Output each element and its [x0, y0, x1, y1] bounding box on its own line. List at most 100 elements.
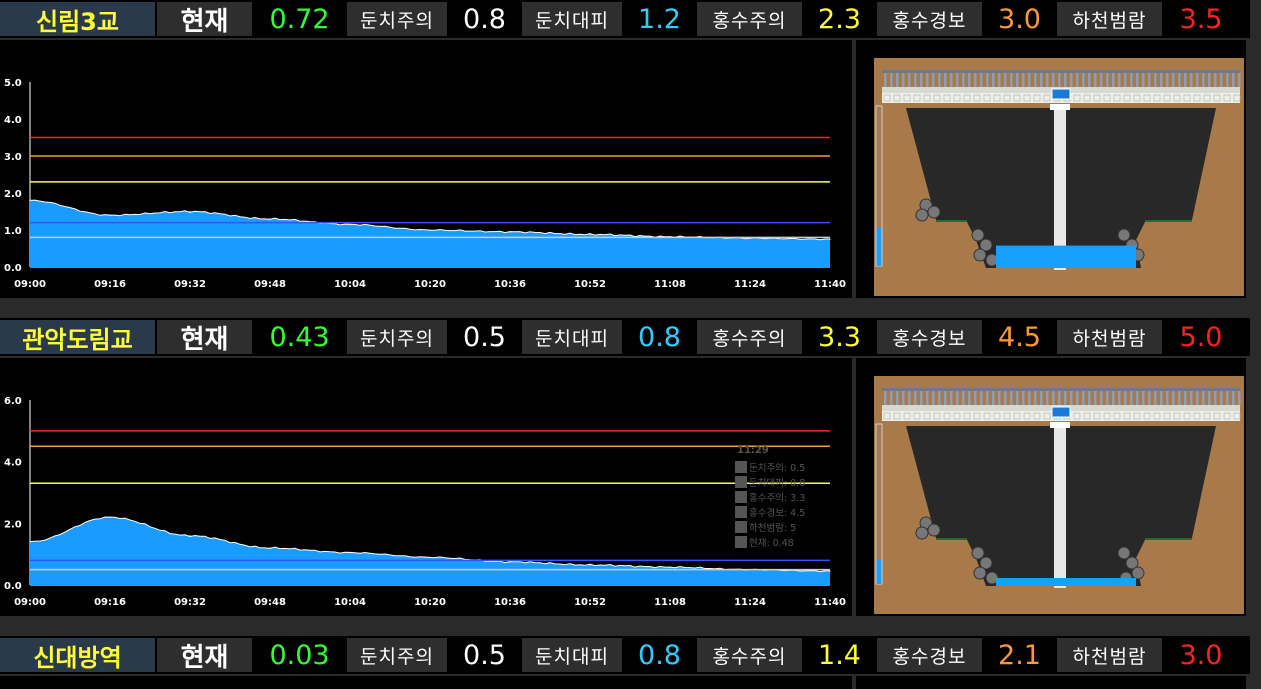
railing-post [1034, 73, 1037, 87]
level-value-0: 0.5 [447, 320, 522, 354]
x-tick-label: 09:48 [254, 279, 286, 290]
railing-post [980, 391, 983, 405]
railing-post [1028, 73, 1031, 87]
level-value-4: 5.0 [1162, 320, 1240, 354]
rock [927, 523, 941, 537]
railing-post [920, 73, 923, 87]
railing-post [1184, 73, 1187, 87]
railing-post [932, 391, 935, 405]
x-tick-label: 09:32 [174, 279, 206, 290]
data-point [429, 556, 431, 559]
y-tick-label: 4.0 [4, 458, 22, 469]
water-level-area [30, 200, 830, 267]
railing-post [1088, 73, 1091, 87]
railing-post [1166, 73, 1169, 87]
level-value-2: 2.3 [802, 2, 877, 36]
railing-post [1106, 73, 1109, 87]
data-point [189, 534, 191, 537]
grass-left [936, 220, 966, 222]
railing-post [890, 391, 893, 405]
railing-post [1208, 73, 1211, 87]
railing-post [962, 73, 965, 87]
level-label-1: 둔치대피 [522, 320, 622, 354]
railing-post [1022, 391, 1025, 405]
railing-post [944, 391, 947, 405]
railing-post [1178, 391, 1181, 405]
station-header: 관악도림교 현재 0.43 둔치주의 0.5 둔치대피 0.8 홍수주의 3.3… [0, 318, 1250, 356]
sensor-icon [1051, 406, 1071, 418]
railing-post [1142, 391, 1145, 405]
railing-post [1100, 73, 1103, 87]
x-tick-label: 10:20 [414, 279, 446, 290]
railing-post [1010, 73, 1013, 87]
railing-post [1070, 391, 1073, 405]
railing-post [926, 73, 929, 87]
y-tick-label: 4.0 [4, 115, 22, 126]
level-label-3: 홍수경보 [877, 320, 982, 354]
railing-post [1004, 391, 1007, 405]
tooltip-swatch [735, 491, 747, 503]
rock [915, 208, 929, 222]
pillar-cap [1050, 104, 1070, 110]
river-water [996, 245, 1136, 268]
railing-post [914, 73, 917, 87]
level-label-2: 홍수주의 [697, 320, 802, 354]
railing-post [1226, 391, 1229, 405]
railing-post [932, 73, 935, 87]
railing-post [914, 391, 917, 405]
level-label-3: 홍수경보 [877, 2, 982, 36]
railing-post [1172, 73, 1175, 87]
railing-post [1214, 73, 1217, 87]
x-tick-label: 10:36 [494, 597, 526, 608]
railing-post [1010, 391, 1013, 405]
rock [1117, 228, 1131, 242]
rock [971, 228, 985, 242]
railing-post [938, 391, 941, 405]
railing-post [1058, 391, 1061, 405]
railing-post [1142, 73, 1145, 87]
railing-post [974, 73, 977, 87]
railing-post [1022, 73, 1025, 87]
railing-post [1196, 391, 1199, 405]
railing-post [1208, 391, 1211, 405]
railing-post [1112, 73, 1115, 87]
railing-post [1166, 391, 1169, 405]
x-tick-label: 10:04 [334, 597, 366, 608]
data-point [829, 238, 831, 241]
railing-post [1148, 391, 1151, 405]
level-label-2: 홍수주의 [697, 2, 802, 36]
grass-left [936, 538, 966, 540]
railing-post [1016, 73, 1019, 87]
rock [1131, 566, 1145, 580]
level-value-1: 1.2 [622, 2, 697, 36]
railing-post [1028, 391, 1031, 405]
railing-post [992, 73, 995, 87]
x-tick-label: 09:00 [14, 597, 46, 608]
bridge-diagram [856, 40, 1246, 298]
level-value-4: 3.5 [1162, 2, 1240, 36]
railing-top [882, 388, 1240, 391]
railing-post [1154, 391, 1157, 405]
y-tick-label: 0.0 [4, 263, 22, 274]
railing-post [1070, 73, 1073, 87]
level-value-0: 0.8 [447, 2, 522, 36]
railing-post [968, 391, 971, 405]
data-point [589, 233, 591, 236]
railing-post [1064, 73, 1067, 87]
railing-post [1100, 391, 1103, 405]
x-tick-label: 11:40 [814, 597, 846, 608]
railing-post [1082, 391, 1085, 405]
railing-post [1190, 73, 1193, 87]
railing-post [986, 391, 989, 405]
x-tick-label: 09:48 [254, 597, 286, 608]
tooltip-line: 홍수경보: 4.5 [749, 507, 805, 519]
station-name: 신림3교 [0, 2, 155, 36]
railing-post [920, 391, 923, 405]
bridge-area-partial [856, 676, 1246, 689]
bridge-pillar [1054, 422, 1066, 588]
tooltip-time: 11:29 [737, 445, 769, 456]
level-label-1: 둔치대피 [522, 2, 622, 36]
y-tick-label: 0.0 [4, 581, 22, 592]
railing-post [1112, 391, 1115, 405]
railing-post [1172, 391, 1175, 405]
